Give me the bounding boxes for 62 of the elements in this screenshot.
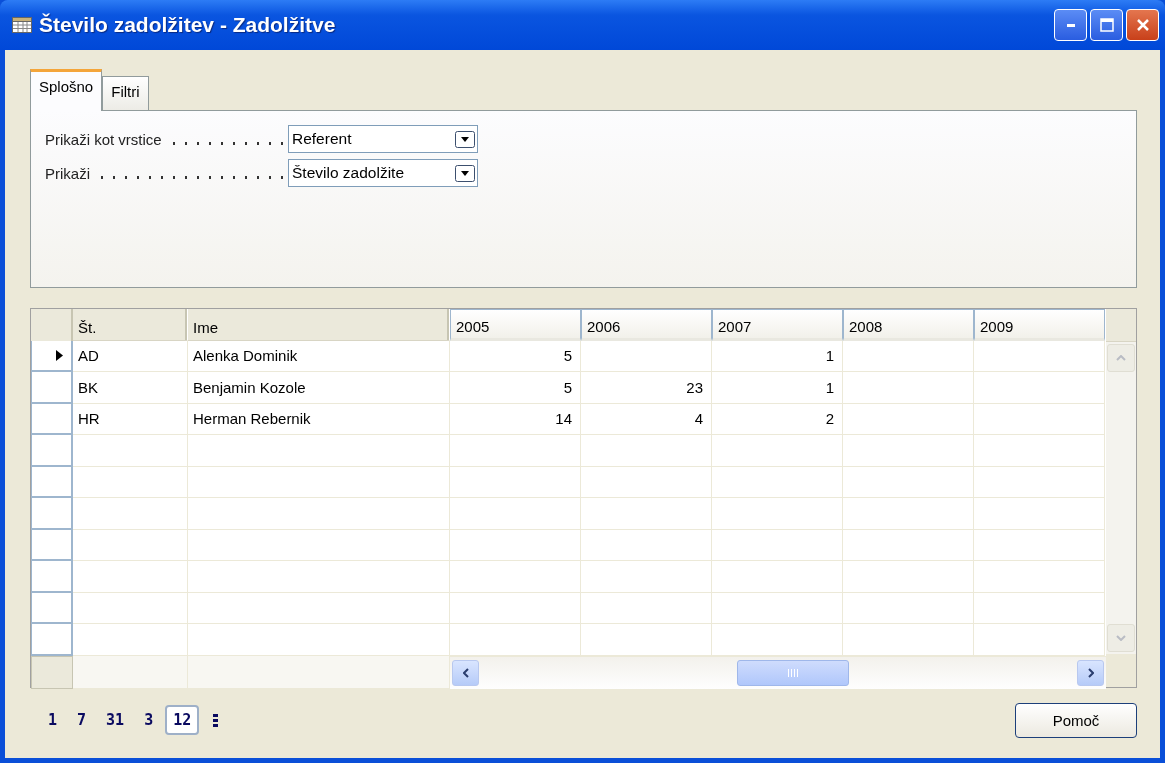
help-button[interactable]: Pomoč: [1015, 702, 1137, 738]
scroll-up-button[interactable]: [1107, 343, 1135, 372]
field-label: Prikaži: [45, 164, 90, 182]
column-header[interactable]: Št.: [73, 309, 188, 341]
table-cell: BK: [73, 372, 188, 404]
tab[interactable]: Filtri: [102, 76, 149, 111]
period-button[interactable]: 31: [98, 705, 133, 735]
scroll-left-button[interactable]: [452, 659, 479, 686]
row-selector[interactable]: [31, 340, 73, 372]
maximize-icon: [1099, 18, 1114, 32]
column-header[interactable]: 2009: [974, 309, 1105, 341]
current-row-icon: [56, 349, 63, 361]
table-cell: AD: [73, 340, 188, 372]
period-button[interactable]: 1: [40, 705, 66, 735]
scroll-right-button[interactable]: [1077, 659, 1104, 686]
dropdown-field[interactable]: Število zadolžite: [288, 159, 478, 187]
caret-icon: [455, 130, 475, 148]
field-label: Prikaži kot vrstice: [45, 130, 162, 148]
chevron-right-icon: [1087, 667, 1094, 678]
grip-icon: [787, 668, 799, 677]
close-button[interactable]: [1126, 9, 1159, 41]
period-button[interactable]: 12: [165, 705, 200, 735]
chevron-left-icon: [462, 667, 469, 678]
caret-icon: [455, 164, 475, 182]
period-button[interactable]: 3: [136, 705, 162, 735]
minimize-icon: [1066, 23, 1075, 27]
period-menu-icon[interactable]: [213, 713, 219, 727]
vertical-scrollbar[interactable]: [1106, 341, 1136, 654]
footer-corner: [31, 655, 73, 689]
table-cell: Herman Rebernik: [188, 403, 450, 435]
column-header[interactable]: 2007: [712, 309, 843, 341]
close-icon: [1136, 19, 1149, 31]
table-cell: Benjamin Kozole: [188, 372, 450, 404]
scroll-thumb[interactable]: [737, 659, 849, 686]
tab[interactable]: Splošno: [30, 69, 103, 111]
chevron-up-icon: [1116, 354, 1126, 361]
chevron-down-icon: [1116, 635, 1126, 641]
table-cell: 5: [450, 340, 581, 372]
table-cell: 23: [581, 372, 712, 404]
minimize-button[interactable]: [1054, 9, 1087, 41]
period-button[interactable]: 7: [69, 705, 95, 735]
column-header[interactable]: 2008: [843, 309, 974, 341]
table-cell: 5: [450, 372, 581, 404]
column-header[interactable]: 2006: [581, 309, 712, 341]
table-cell: 4: [581, 403, 712, 435]
table-cell: Alenka Dominik: [188, 340, 450, 372]
maximize-button[interactable]: [1090, 9, 1123, 41]
table-icon: [12, 17, 32, 33]
column-header[interactable]: Ime: [188, 309, 450, 341]
table-cell: 14: [450, 403, 581, 435]
scroll-down-button[interactable]: [1107, 624, 1135, 652]
table-cell: HR: [73, 403, 188, 435]
column-header[interactable]: 2005: [450, 309, 581, 341]
header-corner: [31, 309, 73, 341]
table-cell: 1: [712, 372, 843, 404]
window-title: Število zadolžitev - Zadolžitve: [39, 13, 337, 37]
dropdown-field[interactable]: Referent: [288, 125, 478, 153]
header-corner: [1106, 309, 1136, 342]
table-cell: 2: [712, 403, 843, 435]
footer-corner: [1106, 654, 1136, 687]
table-cell: 1: [712, 340, 843, 372]
horizontal-scrollbar[interactable]: [450, 655, 1106, 689]
